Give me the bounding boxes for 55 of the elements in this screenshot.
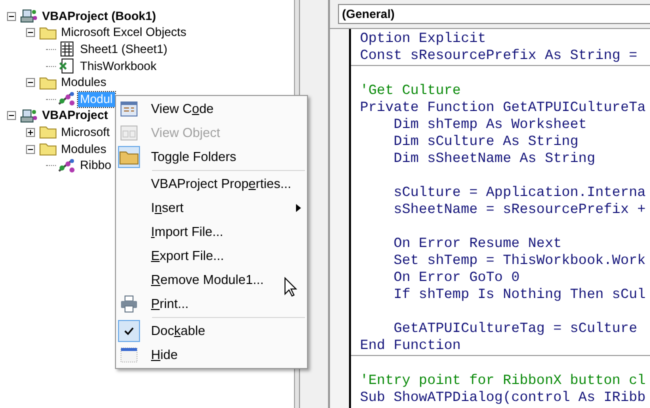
code-line: sSheetName = sResourcePrefix + [392,202,646,218]
menu-item[interactable]: Print... [116,292,307,316]
workbook-icon [59,58,75,74]
code-line: Private Function GetATPUICultureTa [360,100,646,116]
tree-item[interactable]: Ribbo [78,158,114,174]
object-dropdown[interactable]: (General) [338,4,650,24]
code-line: On Error Resume Next [392,236,562,252]
module-icon [57,91,77,108]
menu-item[interactable]: Import File... [116,220,307,244]
code-line: Dim sSheetName As String [392,151,596,167]
tree-item[interactable]: Modules [59,142,108,157]
code-line: On Error GoTo 0 [392,270,520,286]
menu-item[interactable]: Toggle Folders [116,145,307,169]
folder-icon [39,76,57,90]
code-comment: 'Get Culture [360,83,461,99]
menu-item[interactable]: VBAProject Properties... [116,172,307,196]
code-comment: 'Entry point for RibbonX button cl [360,373,646,389]
code-line: Const sResourcePrefix As String = [360,48,638,64]
tree-item[interactable]: Modules [59,75,108,90]
folder-icon [39,125,57,140]
mouse-pointer-icon [284,277,297,297]
tree-item[interactable]: Microsoft [59,124,112,140]
project-icon [20,8,38,24]
menu-item[interactable]: Hide [116,343,307,367]
collapse-toggle[interactable] [6,12,16,21]
collapse-toggle[interactable] [6,111,16,120]
module-icon [57,158,77,174]
folder-icon [39,26,57,40]
tree-item[interactable]: Sheet1 (Sheet1) [78,42,170,57]
code-line: End Function [360,338,461,354]
folder-icon [39,142,57,156]
expand-toggle[interactable] [26,128,34,137]
collapse-toggle[interactable] [26,28,34,38]
code-line: Dim sCulture As String [392,134,578,150]
printer-icon [118,293,140,315]
code-line: GetATPUICultureTag = sCulture [392,321,638,337]
collapse-toggle[interactable] [26,78,34,88]
code-line: Set shTemp = ThisWorkbook.Work [392,253,646,269]
tree-item[interactable]: VBAProject [40,108,110,124]
menu-item[interactable]: Remove Module1... [116,268,307,292]
menu-item[interactable]: View Code [116,97,307,121]
code-line: sCulture = Application.Interna [392,185,646,201]
code-line: Dim shTemp As Worksheet [392,117,587,133]
code-line: Sub ShowATPDialog(control As IRibb [360,390,646,406]
menu-item[interactable]: Dockable [116,319,307,343]
code-line: Option Explicit [360,31,486,47]
project-icon [20,108,38,124]
sheet-icon [59,41,75,58]
tree-item[interactable]: ThisWorkbook [78,58,158,74]
tree-item[interactable]: VBAProject (Book1) [40,8,158,24]
collapse-toggle[interactable] [26,144,34,154]
menu-item[interactable]: Export File... [116,244,307,268]
tree-item[interactable]: Microsoft Excel Objects [59,25,188,40]
code-line: If shTemp Is Nothing Then sCul [392,287,646,303]
menu-item[interactable]: Insert [116,196,307,220]
